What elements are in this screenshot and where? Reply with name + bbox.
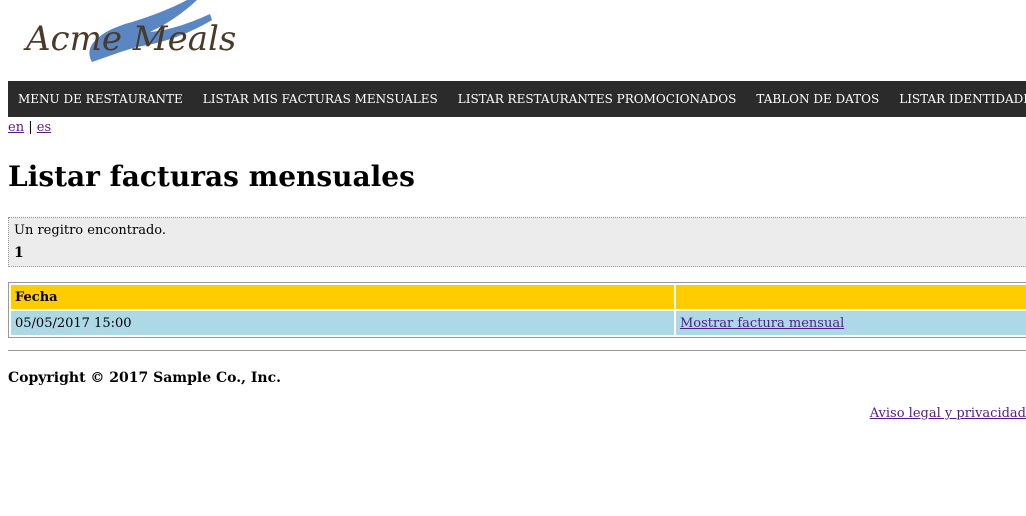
menu-item-promoted-restaurants[interactable]: LISTAR RESTAURANTES PROMOCIONADOS: [448, 81, 747, 117]
table-row: 05/05/2017 15:00 Mostrar factura mensual: [11, 311, 1026, 335]
acme-meals-logo: Acme Meals: [22, 0, 242, 66]
table-header-row: Fecha: [11, 285, 1026, 309]
page-number[interactable]: 1: [14, 245, 24, 261]
language-switcher: en | es: [8, 120, 51, 135]
page-title: Listar facturas mensuales: [8, 160, 415, 193]
legal-privacy-link[interactable]: Aviso legal y privacidad: [870, 406, 1026, 421]
lang-en-link[interactable]: en: [8, 120, 24, 135]
menu-item-monthly-invoices[interactable]: LISTAR MIS FACTURAS MENSUALES: [193, 81, 448, 117]
cell-fecha: 05/05/2017 15:00: [11, 311, 674, 335]
main-menu: MENU DE RESTAURANTE LISTAR MIS FACTURAS …: [8, 81, 1026, 117]
column-header-actions: [676, 285, 1026, 309]
copyright-text: Copyright © 2017 Sample Co., Inc.: [8, 370, 281, 386]
column-header-fecha[interactable]: Fecha: [11, 285, 674, 309]
logo-text: Acme Meals: [23, 19, 236, 59]
menu-item-social-identities[interactable]: LISTAR IDENTIDADES SOCIALES: [889, 81, 1026, 117]
menu-item-data-board[interactable]: TABLON DE DATOS: [746, 81, 889, 117]
invoices-table: Fecha 05/05/2017 15:00 Mostrar factura m…: [8, 282, 1026, 338]
lang-es-link[interactable]: es: [37, 120, 51, 135]
results-panel: Un regitro encontrado. 1: [8, 217, 1026, 267]
footer-divider: [8, 350, 1026, 351]
records-found-text: Un regitro encontrado.: [14, 223, 167, 238]
menu-item-restaurant-menu[interactable]: MENU DE RESTAURANTE: [8, 81, 193, 117]
lang-separator: |: [28, 120, 33, 135]
cell-actions: Mostrar factura mensual: [676, 311, 1026, 335]
show-invoice-link[interactable]: Mostrar factura mensual: [680, 316, 844, 331]
